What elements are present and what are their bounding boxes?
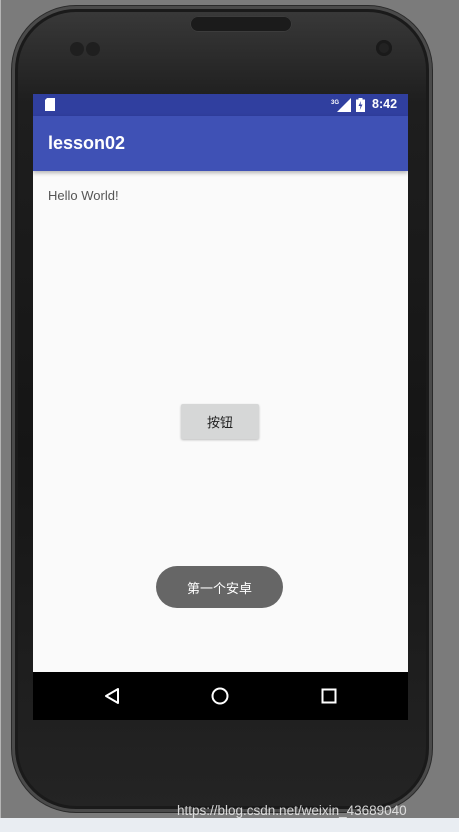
- network-type-label: 3G: [331, 100, 339, 106]
- recent-apps-icon[interactable]: [321, 688, 337, 704]
- front-camera: [376, 40, 392, 56]
- window-bottom-strip: [0, 818, 459, 832]
- app-title: lesson02: [48, 133, 126, 153]
- status-bar: 3G 8:42: [33, 94, 408, 116]
- status-clock: 8:42: [372, 97, 398, 111]
- battery-icon: [356, 98, 365, 112]
- hello-text: Hello World!: [48, 188, 119, 203]
- navigation-bar: [33, 672, 408, 720]
- back-icon[interactable]: [103, 687, 121, 705]
- main-button[interactable]: 按钮: [181, 404, 259, 439]
- signal-icon: 3G: [331, 98, 351, 112]
- sensor-dots: [70, 42, 84, 56]
- home-icon[interactable]: [211, 687, 229, 705]
- watermark-text: https://blog.csdn.net/weixin_43689040: [177, 803, 407, 818]
- sd-card-icon: [45, 98, 55, 111]
- device-screen: 3G 8:42 lesson02 Hello World! 按钮 第一个安卓: [33, 94, 408, 720]
- toast-text: 第一个安卓: [186, 581, 252, 597]
- app-bar: lesson02: [33, 116, 408, 171]
- earpiece-speaker: [190, 16, 292, 32]
- toast-message: 第一个安卓: [156, 566, 283, 608]
